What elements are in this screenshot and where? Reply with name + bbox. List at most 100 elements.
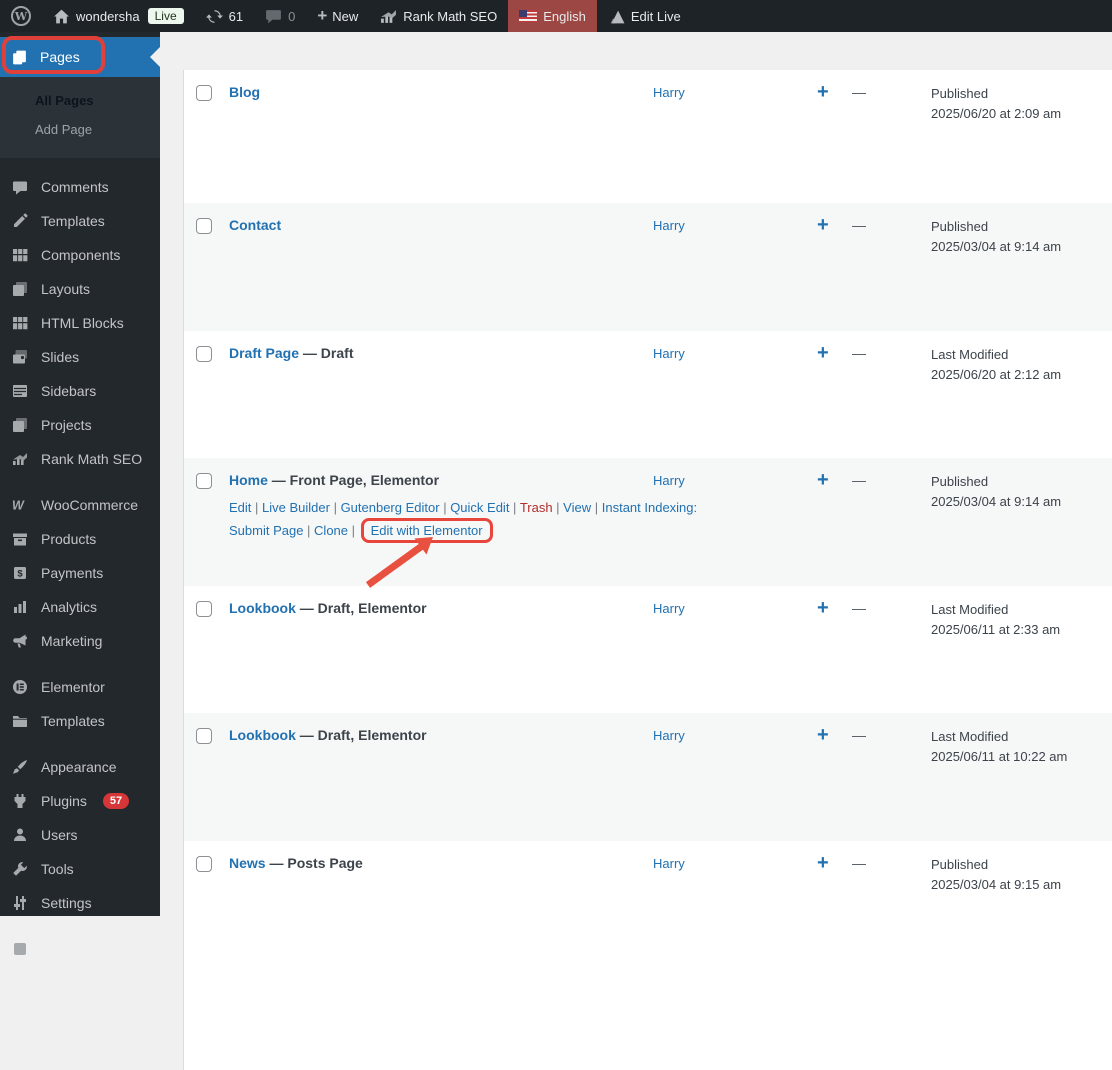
- sidebar-item-users[interactable]: Users: [0, 818, 160, 852]
- action-edit[interactable]: Edit: [229, 500, 251, 515]
- page-title-link[interactable]: Home: [229, 472, 268, 488]
- sidebar-item-label: Slides: [41, 349, 80, 365]
- publish-status: Last Modified: [931, 729, 1009, 744]
- site-name-menu[interactable]: wondersha Live: [42, 0, 195, 32]
- page-title-link[interactable]: News: [229, 855, 266, 871]
- rank-math-icon: [381, 9, 397, 23]
- action-separator: |: [251, 500, 263, 515]
- wordpress-logo-icon: W: [11, 6, 31, 26]
- sidebar-item-sidebars[interactable]: Sidebars: [0, 374, 160, 408]
- pages-submenu: All Pages Add Page: [0, 77, 160, 158]
- publish-status: Published: [931, 86, 989, 101]
- page-state-suffix: — Draft, Elementor: [295, 727, 427, 743]
- sidebar-item-layouts[interactable]: Layouts: [0, 272, 160, 306]
- row-checkbox[interactable]: [196, 218, 212, 234]
- wrench-icon: [11, 860, 29, 878]
- admin-bar: W wondersha Live 61 0 + New Rank Math SE…: [0, 0, 1112, 32]
- grid-icon: [11, 314, 29, 332]
- sidebar-item-settings[interactable]: Settings: [0, 886, 160, 920]
- bars-icon: [11, 598, 29, 616]
- sidebar: Pages All Pages Add Page Comments Template…: [0, 32, 160, 955]
- page-title-link[interactable]: Lookbook: [229, 727, 296, 743]
- sidebar-item-woocommerce[interactable]: W WooCommerce: [0, 488, 160, 522]
- sidebar-item-payments[interactable]: $ Payments: [0, 556, 160, 590]
- action-edit-with-elementor[interactable]: Edit with Elementor: [360, 518, 493, 543]
- sidebar-item-projects[interactable]: Projects: [0, 408, 160, 442]
- action-gutenberg-editor[interactable]: Gutenberg Editor: [341, 500, 440, 515]
- page-title-link[interactable]: Contact: [229, 217, 281, 233]
- sidebar-item-partial[interactable]: [0, 932, 160, 966]
- sidebar-item-templates[interactable]: Templates: [0, 704, 160, 738]
- table-row: Contact Harry + — Published 2025/03/04 at 9:1…: [184, 203, 1112, 331]
- seo-plus-icon[interactable]: +: [817, 724, 829, 747]
- action-separator: |: [348, 523, 359, 538]
- row-checkbox[interactable]: [196, 345, 212, 362]
- edit-live-menu[interactable]: Edit Live: [597, 0, 692, 32]
- plugins-count-badge: 57: [102, 793, 130, 809]
- author-link[interactable]: Harry: [653, 85, 685, 100]
- seo-plus-icon[interactable]: +: [817, 597, 829, 620]
- action-view[interactable]: View: [563, 500, 591, 515]
- sidebar-item-label: Users: [41, 827, 78, 843]
- sidebar-item-plugins[interactable]: Plugins 57: [0, 784, 160, 818]
- action-quick-edit[interactable]: Quick Edit: [450, 500, 509, 515]
- author-link[interactable]: Harry: [653, 728, 685, 743]
- grid-icon: [11, 246, 29, 264]
- action-live-builder[interactable]: Live Builder: [262, 500, 330, 515]
- row-checkbox[interactable]: [196, 855, 212, 872]
- seo-plus-icon[interactable]: +: [817, 81, 829, 104]
- seo-plus-icon[interactable]: +: [817, 214, 829, 237]
- author-link[interactable]: Harry: [653, 218, 685, 233]
- sidebar-item-label: Components: [41, 247, 121, 263]
- row-title: Blog: [229, 84, 260, 100]
- row-title: News — Posts Page: [229, 855, 363, 871]
- page-title-link[interactable]: Draft Page: [229, 345, 299, 361]
- publish-date: 2025/03/04 at 9:14 am: [931, 239, 1062, 254]
- row-checkbox[interactable]: [196, 85, 212, 101]
- comments-menu[interactable]: 0: [254, 0, 306, 32]
- sidebar-item-components[interactable]: Components: [0, 238, 160, 272]
- sidebar-item-pages[interactable]: Pages: [0, 37, 160, 77]
- sidebar-item-templates[interactable]: Templates: [0, 204, 160, 238]
- row-checkbox[interactable]: [196, 473, 212, 489]
- seo-plus-icon[interactable]: +: [817, 342, 829, 365]
- author-link[interactable]: Harry: [653, 601, 685, 616]
- publish-date: 2025/03/04 at 9:15 am: [931, 876, 1062, 892]
- page-title-link[interactable]: Lookbook: [229, 600, 296, 616]
- sidebar-item-label: Projects: [41, 417, 92, 433]
- sidebar-item-slides[interactable]: Slides: [0, 340, 160, 374]
- seo-plus-icon[interactable]: +: [817, 469, 829, 492]
- wordpress-logo-menu[interactable]: W: [0, 0, 42, 32]
- action-trash[interactable]: Trash: [520, 500, 553, 515]
- sidebar-subitem-all-pages[interactable]: All Pages: [0, 86, 160, 115]
- sidebar-item-tools[interactable]: Tools: [0, 852, 160, 886]
- sidebar-item-label: Analytics: [41, 599, 98, 615]
- new-content-menu[interactable]: + New: [306, 0, 369, 32]
- rank-math-menu[interactable]: Rank Math SEO: [369, 0, 508, 32]
- dollar-icon: $: [11, 564, 29, 582]
- updates-menu[interactable]: 61: [195, 0, 254, 32]
- seo-plus-icon[interactable]: +: [817, 852, 829, 875]
- sidebar-menu: Comments Templates Components Layouts HTML B…: [0, 170, 160, 966]
- author-link[interactable]: Harry: [653, 346, 685, 361]
- sidebar-subitem-add-page[interactable]: Add Page: [0, 115, 160, 144]
- page-title-link[interactable]: Blog: [229, 84, 260, 100]
- publish-status: Last Modified: [931, 346, 1009, 362]
- author-link[interactable]: Harry: [653, 473, 685, 488]
- language-switcher[interactable]: English: [508, 0, 597, 32]
- sidebar-item-products[interactable]: Products: [0, 522, 160, 556]
- sidebar-item-marketing[interactable]: Marketing: [0, 624, 160, 658]
- publish-date: 2025/06/11 at 2:33 am: [931, 621, 1061, 637]
- sidebar-item-appearance[interactable]: Appearance: [0, 750, 160, 784]
- sidebar-item-html-blocks[interactable]: HTML Blocks: [0, 306, 160, 340]
- row-checkbox[interactable]: [196, 728, 212, 744]
- action-clone[interactable]: Clone: [314, 523, 348, 538]
- sidebar-item-label: Payments: [41, 565, 104, 581]
- sidebar-item-rank-math-seo[interactable]: Rank Math SEO: [0, 442, 160, 476]
- author-link[interactable]: Harry: [653, 856, 685, 871]
- sidebar-item-comments[interactable]: Comments: [0, 170, 160, 204]
- sidebar-item-analytics[interactable]: Analytics: [0, 590, 160, 624]
- row-checkbox[interactable]: [196, 600, 212, 617]
- sidebar-item-label: HTML Blocks: [41, 315, 124, 331]
- sidebar-item-elementor[interactable]: Elementor: [0, 670, 160, 704]
